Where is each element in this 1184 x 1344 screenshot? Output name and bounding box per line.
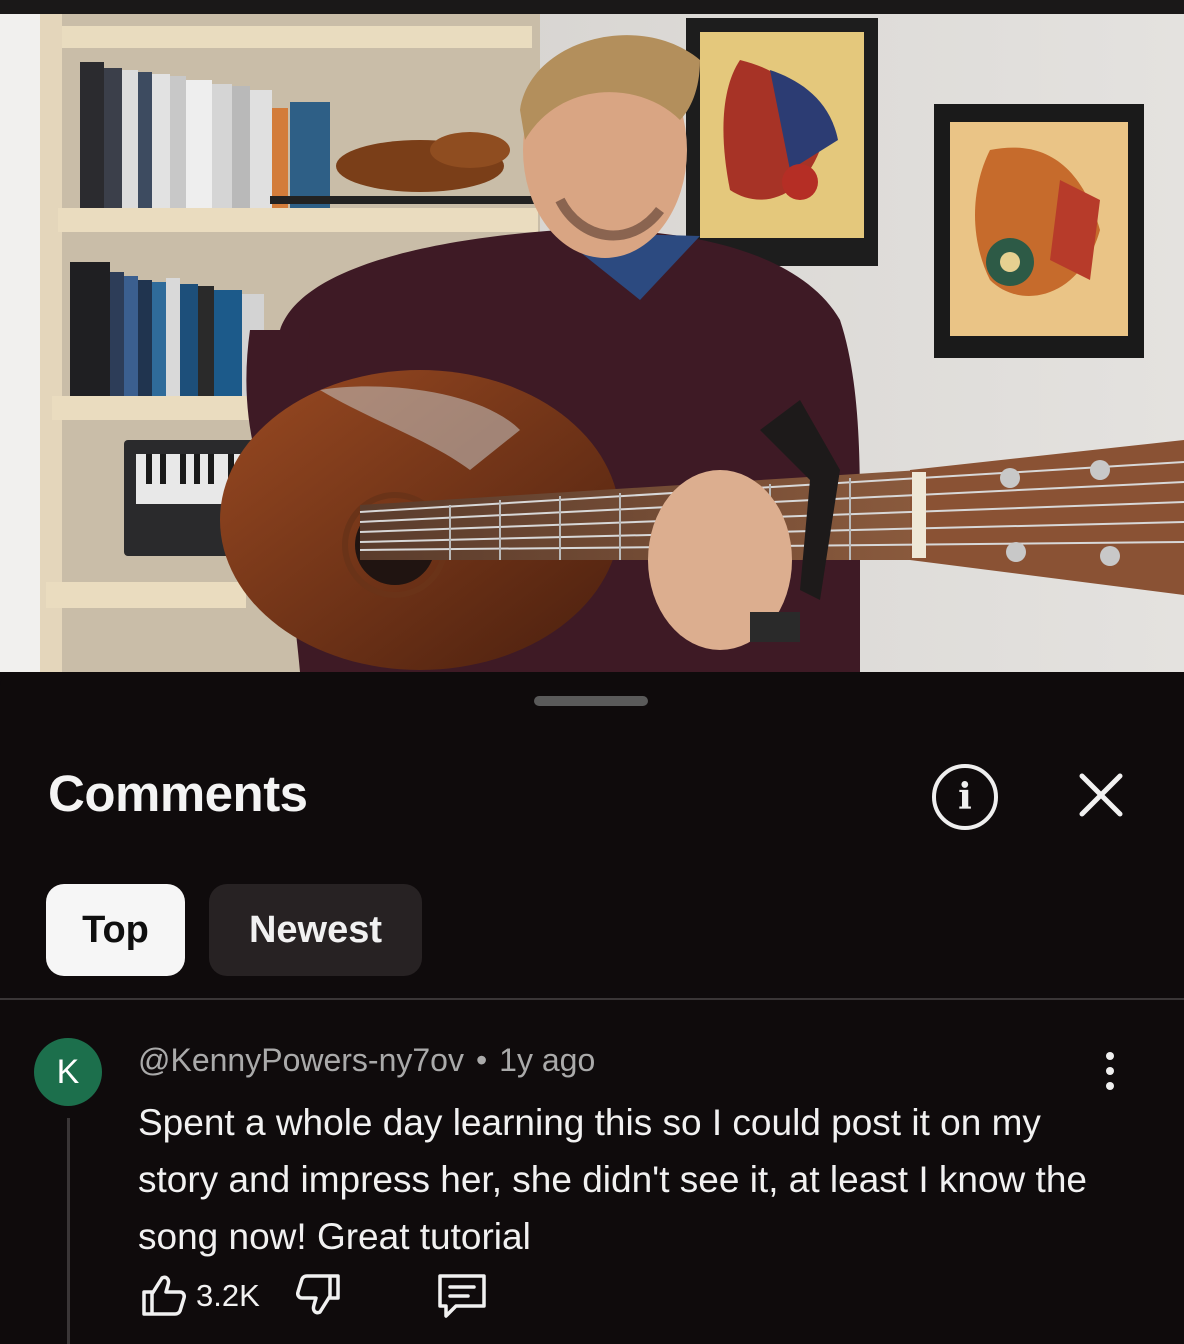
close-icon[interactable] [1070, 764, 1132, 826]
video-player[interactable] [0, 0, 1184, 672]
comment-time: 1y ago [499, 1042, 596, 1078]
thread-line [67, 1118, 70, 1344]
info-icon[interactable]: i [932, 764, 998, 830]
thumbs-up-icon[interactable] [138, 1270, 188, 1320]
like-count: 3.2K [196, 1278, 260, 1313]
sort-tabs: Top Newest [46, 884, 422, 976]
meta-separator: • [475, 1042, 488, 1078]
thumbs-down-icon[interactable] [294, 1270, 344, 1320]
reply-icon[interactable] [434, 1270, 490, 1320]
tab-top[interactable]: Top [46, 884, 185, 976]
more-options-icon[interactable] [1096, 1052, 1124, 1096]
comment-author[interactable]: @KennyPowers-ny7ov [138, 1042, 464, 1078]
video-frame [0, 0, 1184, 672]
sheet-title: Comments [48, 765, 308, 822]
comment-actions: 3.2K [138, 1270, 738, 1320]
drag-handle[interactable] [534, 696, 648, 706]
comment-text: Spent a whole day learning this so I cou… [138, 1102, 1087, 1257]
comment-item: K @KennyPowers-ny7ov • 1y ago Spent a whol… [0, 1000, 1184, 1344]
comment-meta: @KennyPowers-ny7ov • 1y ago [138, 1042, 595, 1079]
tab-newest[interactable]: Newest [209, 884, 422, 976]
comments-sheet: Comments i Top Newest K @KennyPowers-ny7… [0, 672, 1184, 1344]
avatar[interactable]: K [34, 1038, 102, 1106]
